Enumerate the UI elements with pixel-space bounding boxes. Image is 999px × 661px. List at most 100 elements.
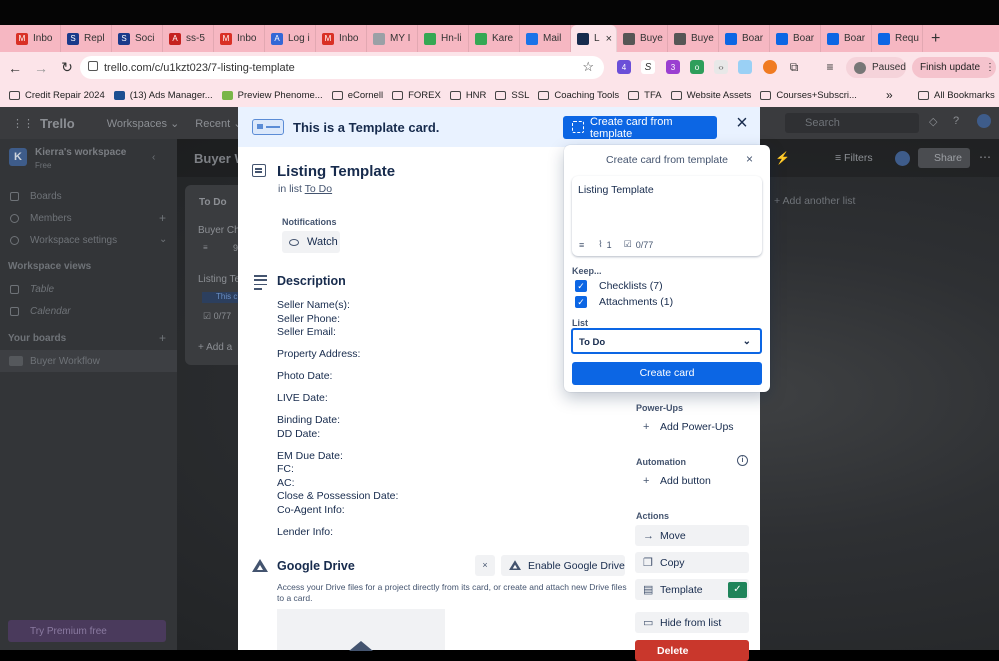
enable-google-drive-button[interactable]: Enable Google Drive <box>501 555 625 576</box>
browser-tab[interactable]: Kare <box>469 25 520 52</box>
add-member-icon[interactable]: + <box>159 211 166 225</box>
sidebar-item-calendar[interactable]: Calendar <box>10 306 71 317</box>
list-select[interactable]: To Do ⌄ <box>571 328 762 354</box>
browser-tab[interactable]: Boar <box>821 25 872 52</box>
all-bookmarks-button[interactable]: All Bookmarks <box>918 90 995 101</box>
hide-from-list-button[interactable]: ▭ Hide from list <box>635 612 749 633</box>
sidebar-item-table[interactable]: Table <box>10 284 54 295</box>
list-card[interactable]: Buyer Ch <box>198 225 240 236</box>
recent-menu[interactable]: Recent ⌄ <box>195 117 242 130</box>
bookmark-item[interactable]: Preview Phenome... <box>221 90 323 101</box>
bookmark-item[interactable]: Coaching Tools <box>538 90 619 101</box>
workspace-name[interactable]: Kierra's workspace <box>35 147 126 158</box>
site-info-icon[interactable] <box>88 61 98 71</box>
browser-tab[interactable]: S Soci <box>112 25 163 52</box>
sidebar-item-boards[interactable]: Boards <box>10 191 62 202</box>
back-arrow-icon[interactable]: ← <box>2 60 28 76</box>
extension-icon[interactable]: S <box>641 60 655 74</box>
copy-button[interactable]: ❐ Copy <box>635 552 749 573</box>
app-switcher-icon[interactable]: ⋮⋮ <box>12 117 34 130</box>
move-button[interactable]: → Move <box>635 525 749 546</box>
extension-icon[interactable]: o <box>690 60 704 74</box>
delete-button[interactable]: Delete <box>635 640 749 661</box>
add-card-button[interactable]: + Add a <box>198 342 232 353</box>
workspaces-menu[interactable]: Workspaces ⌄ <box>107 117 180 130</box>
list-card[interactable]: Listing Te <box>198 274 240 285</box>
browser-tab[interactable]: Buye <box>668 25 719 52</box>
list-link[interactable]: To Do <box>305 183 332 195</box>
close-icon[interactable]: × <box>733 113 751 133</box>
avatar[interactable] <box>977 114 991 128</box>
extension-icon[interactable]: 4 <box>617 60 631 74</box>
avatar[interactable] <box>895 151 910 166</box>
bookmark-item[interactable]: TFA <box>628 90 662 101</box>
extension-icon[interactable]: 3 <box>666 60 680 74</box>
browser-tab[interactable]: S Repl <box>61 25 112 52</box>
browser-tab[interactable]: M Inbo <box>214 25 265 52</box>
info-icon[interactable]: i <box>737 455 748 466</box>
browser-tab[interactable]: Hn-li <box>418 25 469 52</box>
attachments-checkbox[interactable]: ✓ <box>575 296 587 308</box>
filters-button[interactable]: ≡ Filters <box>835 152 873 164</box>
bookmark-item[interactable]: (13) Ads Manager... <box>113 90 213 101</box>
share-button[interactable]: Share <box>918 148 970 168</box>
new-tab-button[interactable]: + <box>931 30 940 48</box>
bookmark-item[interactable]: FOREX <box>392 90 441 101</box>
browser-tab[interactable]: Buye <box>617 25 668 52</box>
notifications-bell-icon[interactable]: ◇ <box>929 115 937 128</box>
checklists-checkbox[interactable]: ✓ <box>575 280 587 292</box>
url-bar[interactable]: trello.com/c/u1kzt023/7-listing-template… <box>80 56 604 79</box>
create-card-from-template-button[interactable]: Create card from template <box>563 116 717 140</box>
bookmark-item[interactable]: eCornell <box>331 90 383 101</box>
bookmark-item[interactable]: Courses+Subscri... <box>760 90 857 101</box>
browser-tab[interactable]: Mail <box>520 25 571 52</box>
bookmark-item[interactable]: SSL <box>495 90 529 101</box>
browser-tab[interactable]: Boar <box>770 25 821 52</box>
add-button-button[interactable]: + Add button <box>635 470 749 491</box>
extension-icon[interactable] <box>763 60 777 74</box>
browser-tab[interactable]: M Inbo <box>10 25 61 52</box>
help-icon[interactable]: ? <box>953 115 959 127</box>
watch-button[interactable]: Watch <box>282 231 340 253</box>
sidebar-item-settings[interactable]: Workspace settings <box>10 235 117 246</box>
chevron-down-icon[interactable]: ⌄ <box>159 234 167 245</box>
close-icon[interactable]: × <box>746 152 753 166</box>
try-premium-button[interactable]: Try Premium free <box>8 620 166 642</box>
sidebar-item-members[interactable]: Members <box>10 213 72 224</box>
forward-arrow-icon[interactable]: → <box>28 60 54 76</box>
extensions-puzzle-icon[interactable]: ⧉ <box>787 60 801 74</box>
create-card-button[interactable]: Create card <box>572 362 762 385</box>
bookmarks-more-button[interactable]: » <box>886 88 893 102</box>
reload-icon[interactable]: ↻ <box>54 59 80 76</box>
close-tab-icon[interactable]: × <box>606 33 612 45</box>
list-title[interactable]: To Do <box>199 197 227 208</box>
bookmark-star-icon[interactable]: ☆ <box>582 59 594 75</box>
more-horizontal-icon[interactable]: ⋯ <box>979 150 991 164</box>
trello-logo[interactable]: Trello <box>40 116 75 131</box>
add-board-icon[interactable]: + <box>159 331 166 345</box>
browser-tab[interactable]: Boar <box>719 25 770 52</box>
add-list-button[interactable]: + Add another list <box>774 195 855 207</box>
extension-icon[interactable] <box>738 60 752 74</box>
bookmark-item[interactable]: HNR <box>449 90 486 101</box>
card-title-input[interactable]: Listing Template <box>578 184 654 196</box>
browser-tab[interactable]: MY I <box>367 25 418 52</box>
bookmark-item[interactable]: Website Assets <box>670 90 751 101</box>
reading-list-icon[interactable]: ≡ <box>823 60 837 74</box>
browser-tab[interactable]: Ass-5 <box>163 25 214 52</box>
extension-icon[interactable]: ‹› <box>714 60 728 74</box>
collapse-sidebar-icon[interactable]: ‹ <box>152 152 155 163</box>
browser-tab[interactable]: A Log i <box>265 25 316 52</box>
browser-tab-active[interactable]: L × <box>571 25 617 52</box>
add-power-ups-button[interactable]: + Add Power-Ups <box>635 416 749 437</box>
bookmark-item[interactable]: Credit Repair 2024 <box>9 90 105 101</box>
search-input[interactable]: Search <box>785 113 919 133</box>
finish-update-button[interactable]: Finish update ⋮ <box>912 57 996 78</box>
browser-tab[interactable]: Requ <box>872 25 923 52</box>
dismiss-google-drive-button[interactable]: × <box>475 555 495 576</box>
browser-tab[interactable]: M Inbo <box>316 25 367 52</box>
card-title[interactable]: Listing Template <box>277 163 395 180</box>
profile-paused-button[interactable]: Paused <box>846 57 906 78</box>
lightning-icon[interactable]: ⚡ <box>775 151 790 165</box>
sidebar-item-buyer-workflow[interactable]: Buyer Workflow <box>0 350 177 372</box>
